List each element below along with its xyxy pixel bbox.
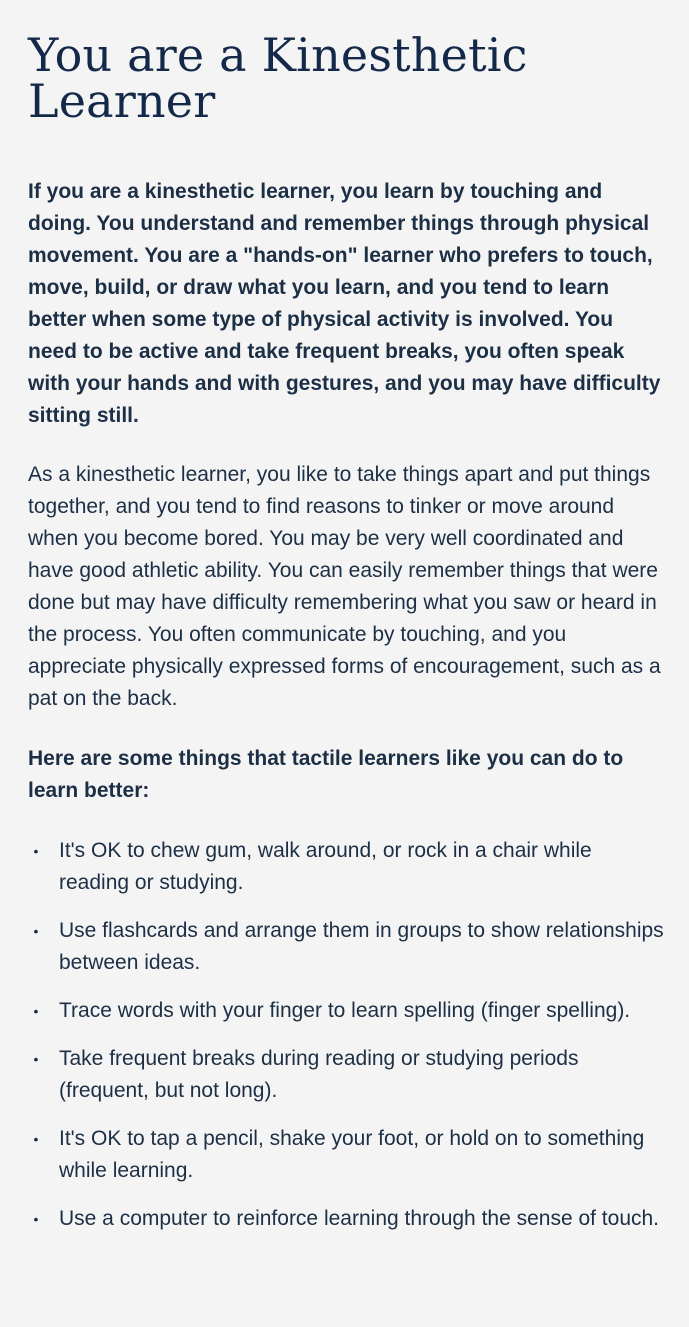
tip-text: Use a computer to reinforce learning thr… xyxy=(59,1207,660,1230)
tip-item: • It's OK to tap a pencil, shake your fo… xyxy=(28,1123,665,1187)
tip-text: Use flashcards and arrange them in group… xyxy=(59,919,664,974)
bullet-icon: • xyxy=(33,1003,39,1019)
tip-text: It's OK to chew gum, walk around, or roc… xyxy=(59,839,592,894)
tip-item: • It's OK to chew gum, walk around, or r… xyxy=(28,835,665,899)
tip-text: It's OK to tap a pencil, shake your foot… xyxy=(59,1127,645,1182)
tip-item: • Take frequent breaks during reading or… xyxy=(28,1043,665,1107)
tips-heading: Here are some things that tactile learne… xyxy=(28,747,624,802)
tip-item: • Trace words with your finger to learn … xyxy=(28,995,665,1027)
bullet-icon: • xyxy=(33,1051,39,1067)
bullet-icon: • xyxy=(33,923,39,939)
bullet-icon: • xyxy=(33,1131,39,1147)
tip-text: Take frequent breaks during reading or s… xyxy=(59,1047,579,1102)
article-page: You are a Kinesthetic Learner If you are… xyxy=(0,0,689,1327)
tip-item: • Use a computer to reinforce learning t… xyxy=(28,1203,665,1235)
tip-item: • Use flashcards and arrange them in gro… xyxy=(28,915,665,979)
intro-paragraph: If you are a kinesthetic learner, you le… xyxy=(28,180,661,427)
bullet-icon: • xyxy=(33,1211,39,1227)
tips-list: • It's OK to chew gum, walk around, or r… xyxy=(28,835,665,1235)
page-title: You are a Kinesthetic Learner xyxy=(28,28,528,128)
tip-text: Trace words with your finger to learn sp… xyxy=(59,999,631,1022)
bullet-icon: • xyxy=(33,843,39,859)
description-paragraph: As a kinesthetic learner, you like to ta… xyxy=(28,463,661,710)
